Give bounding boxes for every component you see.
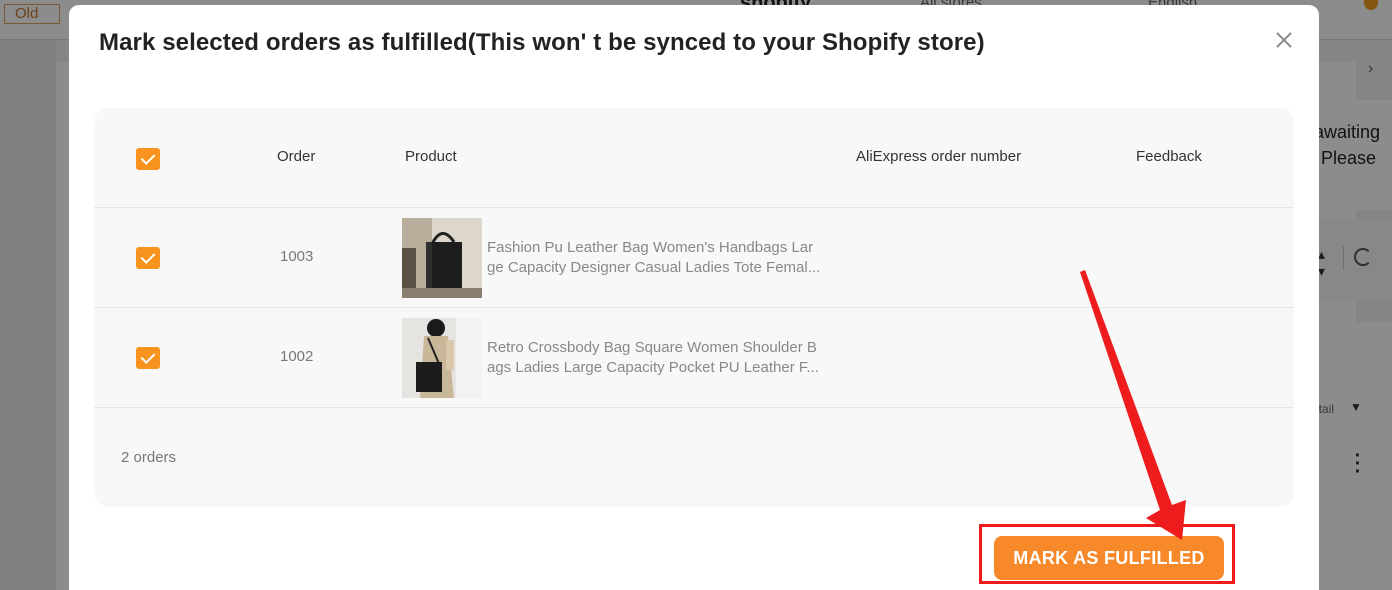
column-header-feedback: Feedback xyxy=(1136,148,1202,165)
product-thumbnail xyxy=(402,218,482,298)
product-name-line1: Fashion Pu Leather Bag Women's Handbags … xyxy=(487,239,814,256)
column-header-product: Product xyxy=(405,148,457,165)
order-number: 1002 xyxy=(280,348,314,365)
product-name-line1: Retro Crossbody Bag Square Women Shoulde… xyxy=(487,339,817,356)
table-row: 1002 Retro Crossbody Bag Square Women Sh… xyxy=(94,308,1294,408)
select-all-checkbox[interactable] xyxy=(136,148,160,170)
orders-table: Order Product AliExpress order number Fe… xyxy=(94,108,1294,507)
dialog-title: Mark selected orders as fulfilled(This w… xyxy=(99,29,985,56)
table-row: 1003 Fashion Pu Leather Bag Women's Hand… xyxy=(94,208,1294,308)
product-name-line2: ags Ladies Large Capacity Pocket PU Leat… xyxy=(487,359,819,376)
product-name[interactable]: Retro Crossbody Bag Square Women Shoulde… xyxy=(487,338,827,378)
tote-bag-image xyxy=(402,218,482,298)
column-header-aliexpress-order-number: AliExpress order number xyxy=(856,148,1022,165)
product-name[interactable]: Fashion Pu Leather Bag Women's Handbags … xyxy=(487,238,827,278)
order-number: 1003 xyxy=(280,248,314,265)
crossbody-bag-image xyxy=(402,318,482,398)
row-checkbox[interactable] xyxy=(136,347,160,369)
table-header-row: Order Product AliExpress order number Fe… xyxy=(94,108,1294,208)
product-thumbnail xyxy=(402,318,482,398)
mark-fulfilled-dialog: Mark selected orders as fulfilled(This w… xyxy=(69,5,1319,590)
close-icon[interactable] xyxy=(1273,29,1295,51)
row-checkbox[interactable] xyxy=(136,247,160,269)
orders-count: 2 orders xyxy=(121,449,177,466)
column-header-order: Order xyxy=(277,148,316,165)
annotation-highlight-box xyxy=(979,524,1235,584)
product-name-line2: ge Capacity Designer Casual Ladies Tote … xyxy=(487,259,821,276)
